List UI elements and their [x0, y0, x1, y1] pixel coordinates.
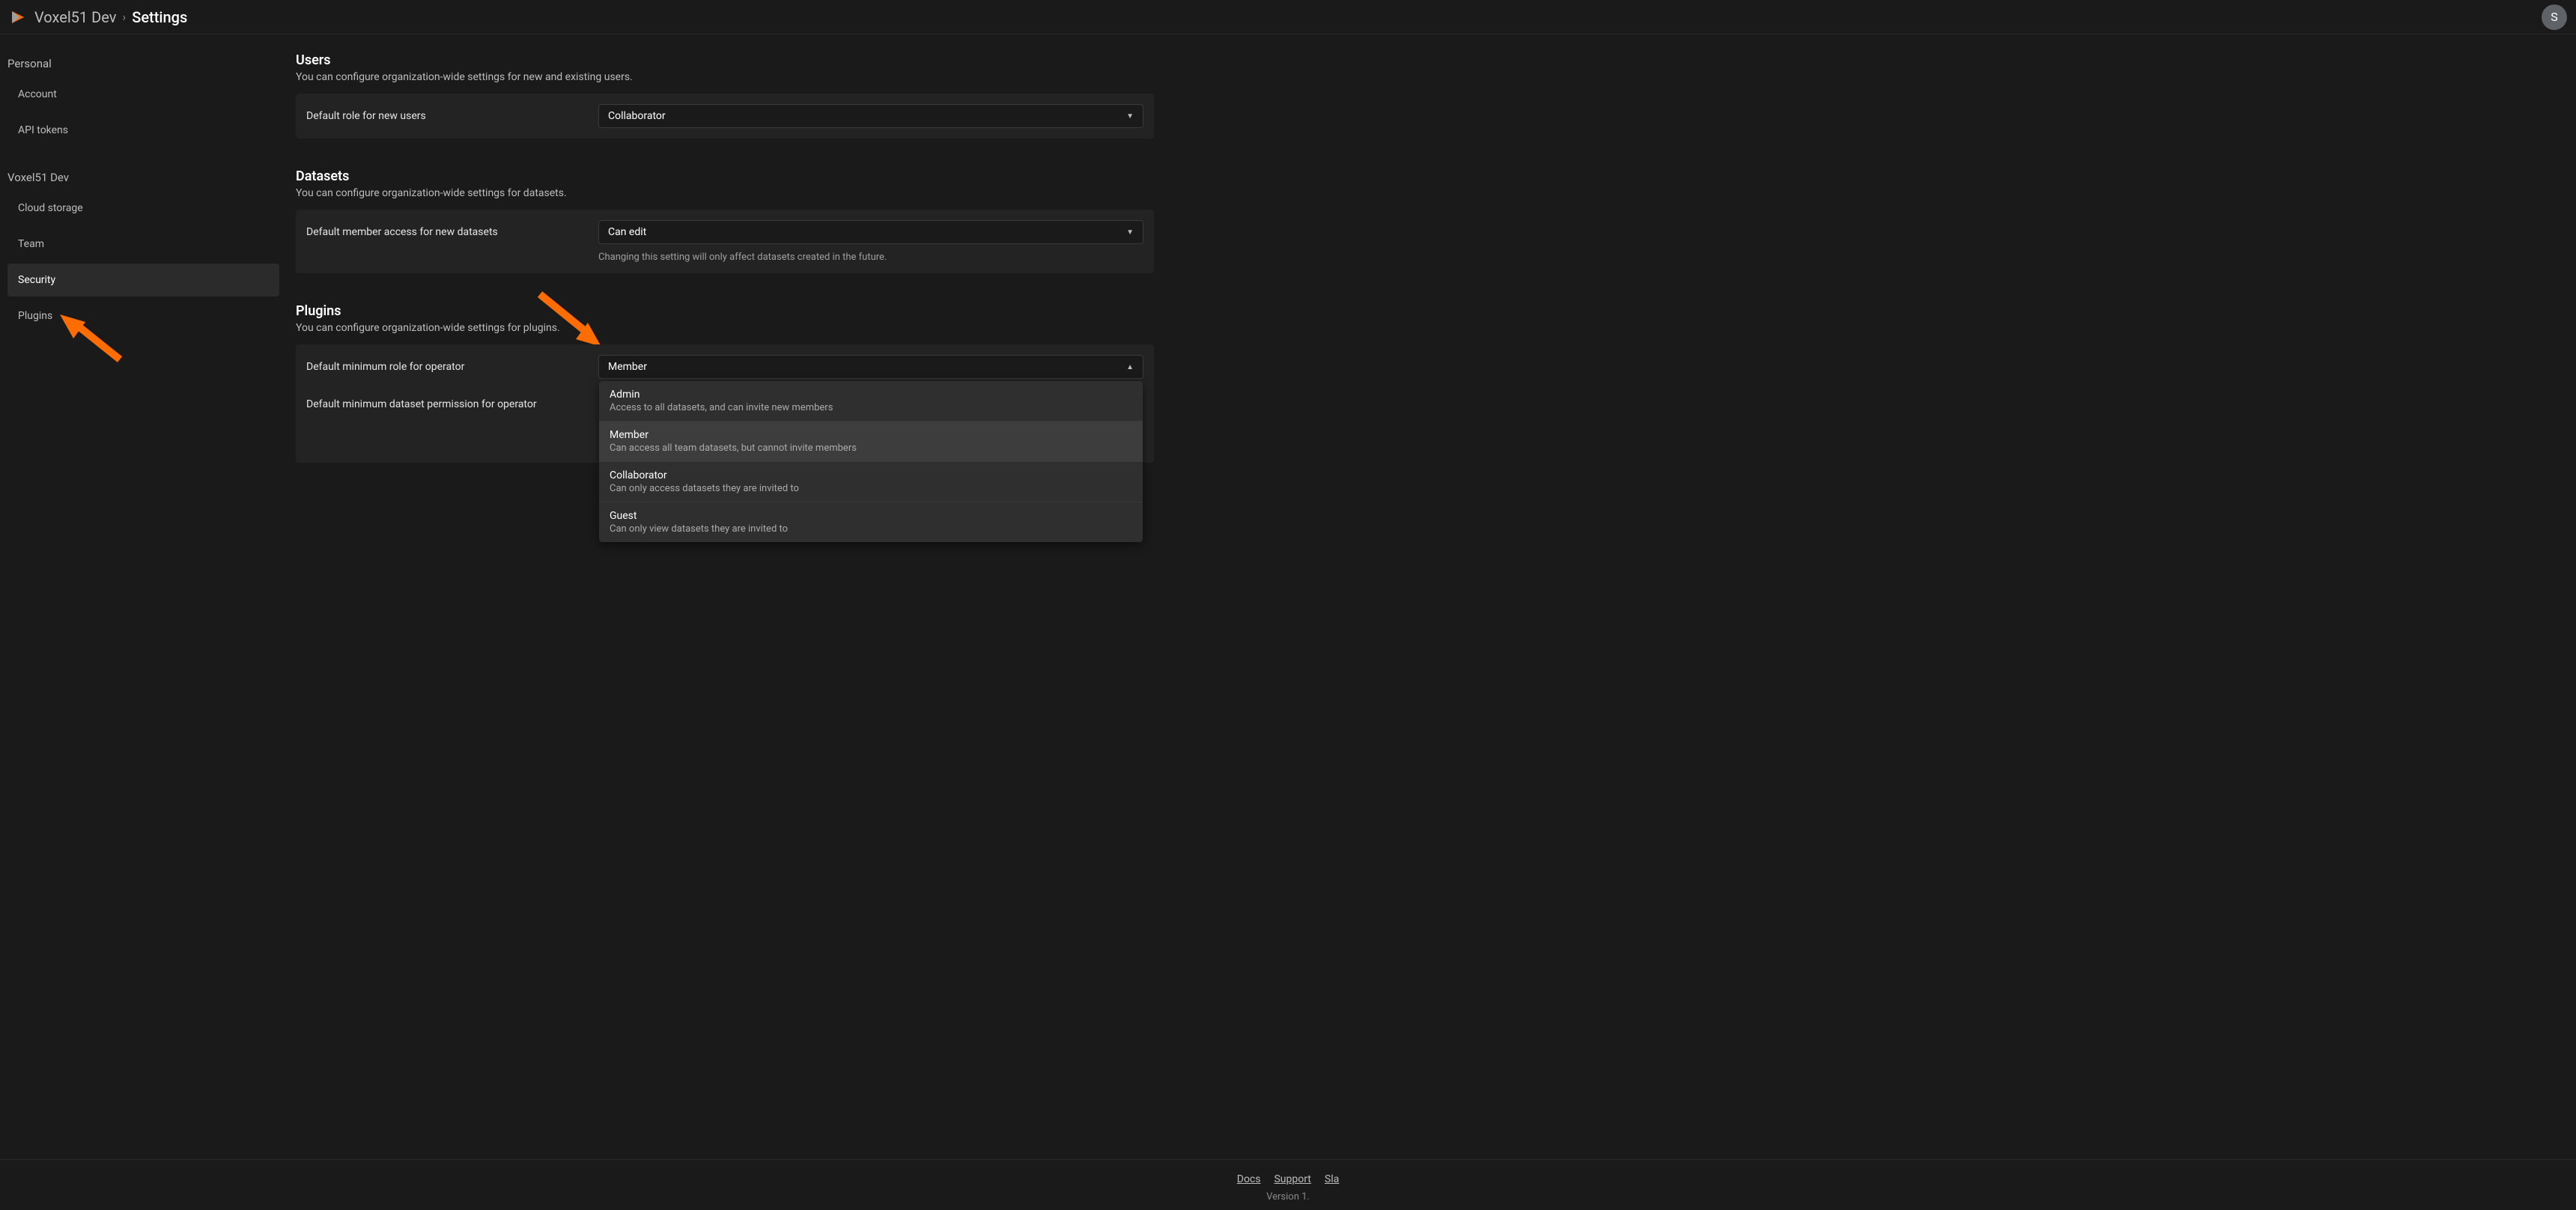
dropdown-item-member[interactable]: Member Can access all team datasets, but… [599, 421, 1143, 461]
sidebar: Personal Account API tokens Voxel51 Dev … [0, 34, 287, 1159]
footer: Docs Support Sla Version 1. [0, 1159, 2576, 1210]
plugins-card: Default minimum role for operator Member… [296, 344, 1154, 463]
plugins-row2-label: Default minimum dataset permission for o… [306, 398, 583, 410]
annotation-arrow-icon [532, 288, 607, 353]
default-role-select[interactable]: Collaborator ▼ [598, 104, 1143, 128]
users-card: Default role for new users Collaborator … [296, 94, 1154, 139]
dropdown-item-admin[interactable]: Admin Access to all datasets, and can in… [599, 381, 1143, 421]
breadcrumb-page: Settings [132, 8, 187, 26]
plugins-desc: You can configure organization-wide sett… [296, 322, 1154, 334]
sidebar-item-team[interactable]: Team [7, 228, 279, 261]
default-access-select[interactable]: Can edit ▼ [598, 220, 1143, 244]
dropdown-item-guest[interactable]: Guest Can only view datasets they are in… [599, 502, 1143, 542]
users-desc: You can configure organization-wide sett… [296, 71, 1154, 83]
users-title: Users [296, 52, 1154, 68]
app-logo[interactable] [9, 8, 27, 26]
min-role-select[interactable]: Member ▲ Admin Access to all datasets, a… [598, 355, 1143, 379]
select-value: Can edit [608, 226, 646, 238]
datasets-hint: Changing this setting will only affect d… [598, 252, 1143, 263]
top-bar: Voxel51 Dev › Settings S [0, 0, 2576, 34]
footer-link-sla[interactable]: Sla [1325, 1173, 1339, 1185]
chevron-right-icon: › [122, 10, 126, 24]
sidebar-item-security[interactable]: Security [7, 264, 279, 297]
select-value: Member [608, 361, 647, 373]
avatar[interactable]: S [2542, 4, 2567, 30]
sidebar-section-personal: Personal [7, 52, 279, 78]
footer-link-docs[interactable]: Docs [1237, 1173, 1261, 1185]
breadcrumb: Voxel51 Dev › Settings [34, 8, 187, 26]
datasets-title: Datasets [296, 168, 1154, 184]
footer-links: Docs Support Sla [0, 1173, 2576, 1185]
role-dropdown: Admin Access to all datasets, and can in… [599, 381, 1143, 542]
sidebar-item-plugins[interactable]: Plugins [7, 300, 279, 332]
datasets-desc: You can configure organization-wide sett… [296, 187, 1154, 199]
plugins-title: Plugins [296, 303, 1154, 319]
caret-up-icon: ▲ [1126, 363, 1134, 371]
plugins-row1-label: Default minimum role for operator [306, 361, 583, 373]
sidebar-section-org: Voxel51 Dev [7, 166, 279, 192]
sidebar-item-api-tokens[interactable]: API tokens [7, 114, 279, 147]
dropdown-item-collaborator[interactable]: Collaborator Can only access datasets th… [599, 461, 1143, 502]
caret-down-icon: ▼ [1126, 112, 1134, 121]
users-row-label: Default role for new users [306, 110, 583, 122]
sidebar-item-cloud-storage[interactable]: Cloud storage [7, 192, 279, 225]
caret-down-icon: ▼ [1126, 228, 1134, 237]
breadcrumb-org[interactable]: Voxel51 Dev [34, 8, 116, 26]
footer-link-support[interactable]: Support [1274, 1173, 1310, 1185]
sidebar-item-account[interactable]: Account [7, 78, 279, 111]
datasets-card: Default member access for new datasets C… [296, 210, 1154, 273]
datasets-row-label: Default member access for new datasets [306, 226, 583, 238]
select-value: Collaborator [608, 110, 666, 122]
main-content: Users You can configure organization-wid… [287, 34, 1163, 1159]
version-text: Version 1. [0, 1191, 2576, 1203]
